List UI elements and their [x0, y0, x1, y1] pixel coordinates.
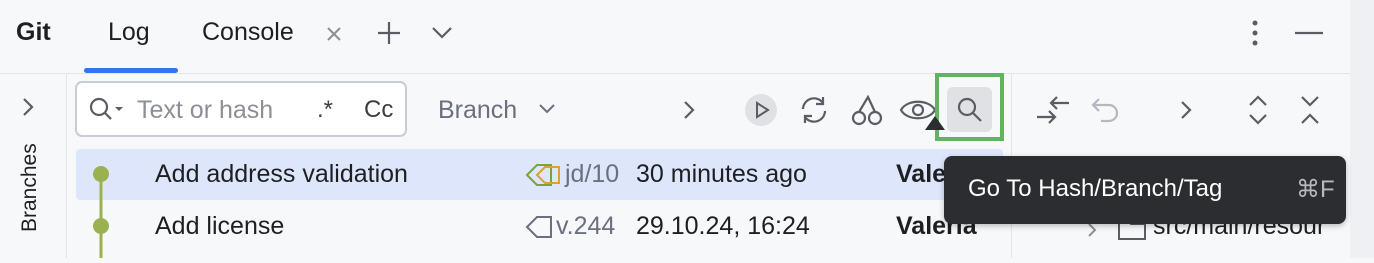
expand-all-icon[interactable]	[1246, 92, 1270, 128]
commit-message: Add license	[155, 212, 285, 240]
close-tab-icon[interactable]	[322, 22, 346, 46]
commit-graph	[76, 149, 126, 258]
tooltip-shortcut: ⌘F	[1296, 176, 1335, 203]
commit-author: Vale	[896, 160, 947, 188]
tooltip: Go To Hash/Branch/Tag ⌘F	[944, 156, 1346, 224]
chevron-down-icon[interactable]	[428, 22, 456, 44]
tab-console[interactable]: Console	[202, 18, 294, 47]
refresh-icon[interactable]	[796, 93, 832, 127]
search-icon[interactable]	[88, 96, 126, 124]
branches-label[interactable]: Branches	[18, 143, 42, 232]
expand-branches-icon[interactable]	[18, 95, 38, 119]
go-to-hash-search-icon[interactable]	[955, 95, 985, 125]
commit-ref: v.244	[556, 212, 616, 240]
minimize-icon[interactable]	[1294, 22, 1324, 44]
tool-window-title: Git	[16, 18, 51, 46]
match-case-toggle[interactable]: Cc	[364, 96, 393, 124]
regex-toggle[interactable]: .*	[317, 96, 333, 124]
commit-row[interactable]: Add license v.244 29.10.24, 16:24 Valeri…	[76, 201, 1003, 252]
tab-log[interactable]: Log	[108, 18, 150, 47]
collapse-all-icon[interactable]	[1298, 92, 1322, 128]
commit-ref: jd/10	[565, 160, 620, 188]
cherry-pick-icon[interactable]	[850, 93, 884, 127]
branch-tags-icon	[525, 162, 565, 188]
commit-message: Add address validation	[155, 160, 408, 188]
branch-chevron-down-icon[interactable]	[536, 101, 558, 117]
branch-filter-label: Branch	[438, 96, 518, 124]
undo-icon[interactable]	[1088, 94, 1122, 126]
commit-row[interactable]: Add address validation jd/10 30 minutes …	[76, 149, 1003, 200]
tooltip-arrow	[925, 116, 945, 130]
branch-filter-dropdown[interactable]: Branch	[438, 96, 517, 125]
search-input[interactable]	[137, 96, 302, 125]
tag-icon	[525, 215, 553, 239]
run-icon[interactable]	[744, 93, 778, 127]
plus-icon[interactable]	[374, 18, 404, 48]
more-vertical-icon[interactable]	[1244, 18, 1266, 48]
more-filters-chevron-icon[interactable]	[679, 98, 699, 122]
tooltip-text: Go To Hash/Branch/Tag	[968, 175, 1223, 202]
scrollbar-strip[interactable]	[1350, 0, 1374, 258]
commit-date: 29.10.24, 16:24	[636, 212, 810, 240]
active-tab-indicator	[84, 68, 178, 73]
next-chevron-icon[interactable]	[1176, 98, 1196, 122]
commit-date: 30 minutes ago	[636, 160, 807, 188]
collapse-arrows-icon[interactable]	[1034, 92, 1072, 128]
